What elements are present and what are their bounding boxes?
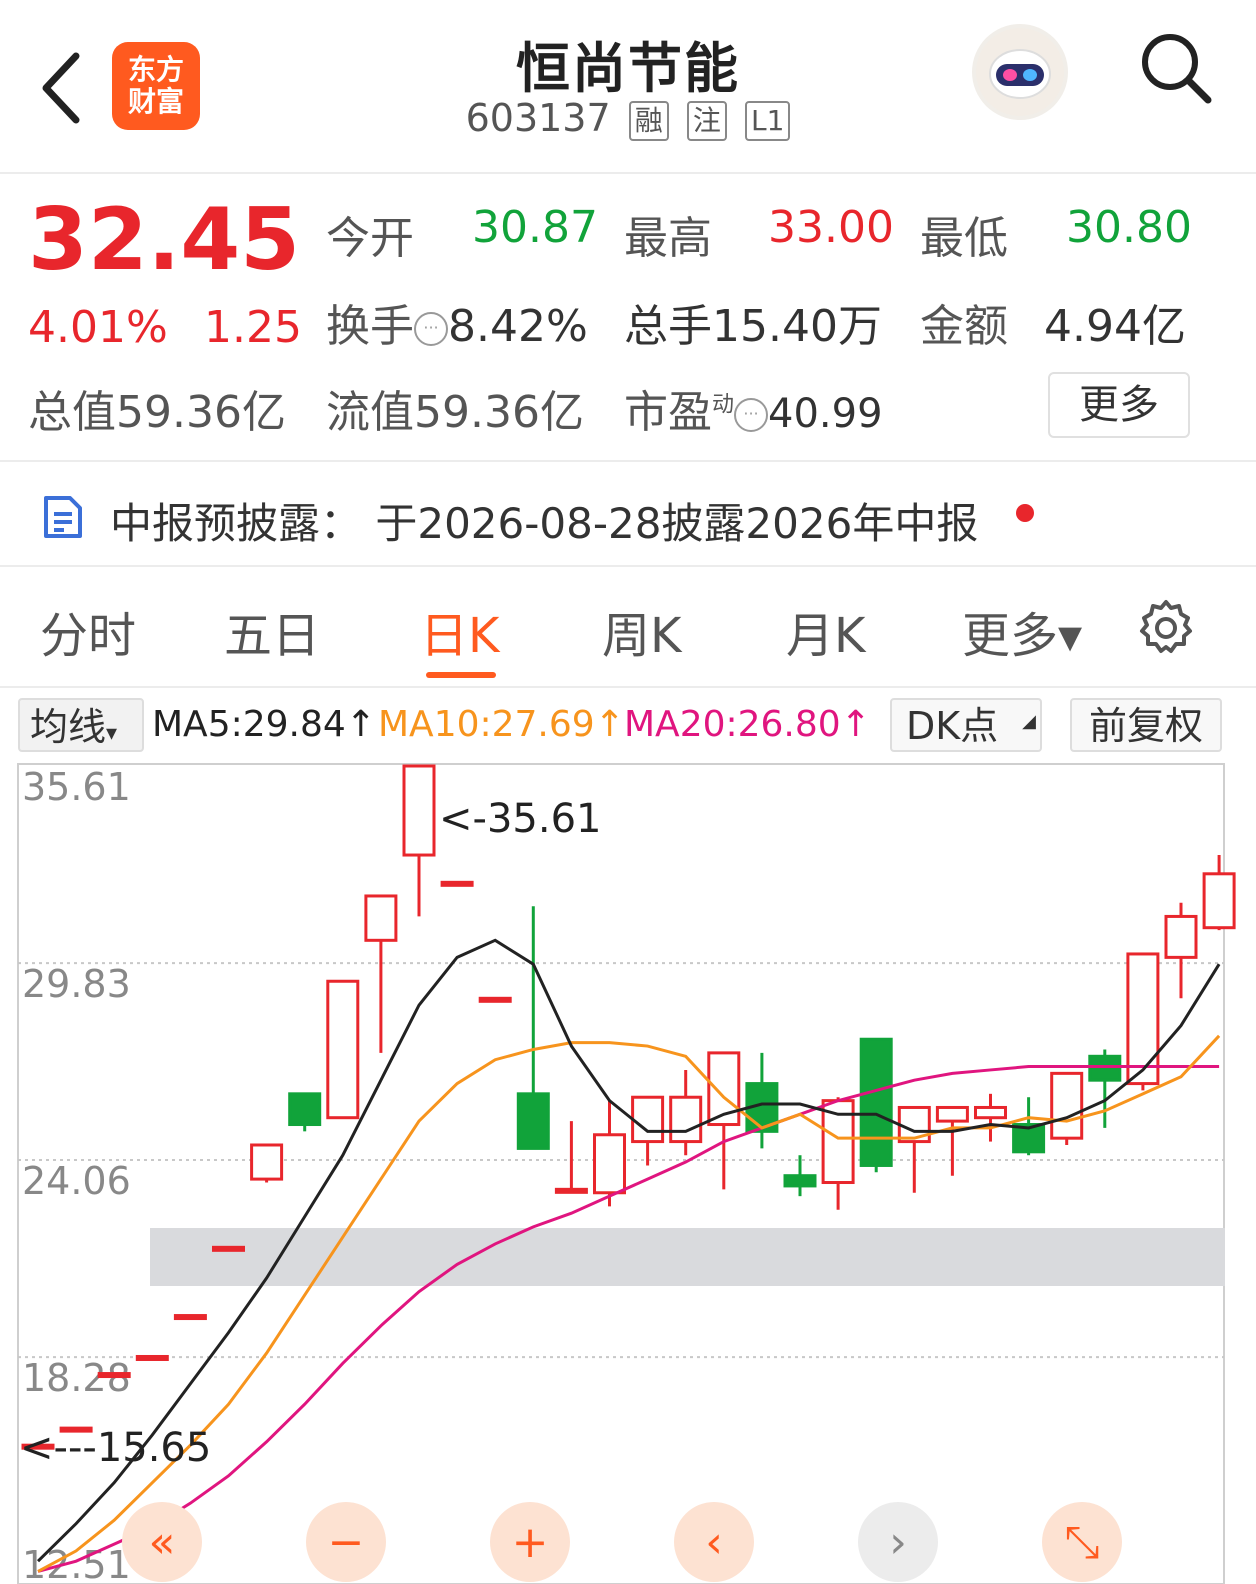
candle-body	[669, 1095, 703, 1144]
y-tick-label: 35.61	[22, 765, 131, 809]
volume-text: 总手15.40万	[624, 301, 882, 352]
candle-body	[859, 1037, 893, 1167]
divider	[0, 565, 1256, 567]
note-tag: 注	[686, 100, 727, 141]
scroll-left-fast-button[interactable]: «	[122, 1502, 202, 1582]
change-amount: 1.25	[204, 302, 302, 353]
pe-ratio: 市盈动 ··· 40.99	[624, 376, 883, 440]
scroll-right-button[interactable]: ›	[858, 1502, 938, 1582]
candle-body	[173, 1314, 207, 1321]
unread-dot	[1016, 504, 1034, 522]
notice-text[interactable]: 中报预披露： 于2026-08-28披露2026年中报	[110, 490, 978, 551]
float-market-value: 流值59.36亿	[326, 387, 584, 438]
dropdown-caret-icon: ▾	[106, 721, 118, 746]
tab-weekly-k[interactable]: 周K	[602, 596, 681, 666]
active-tab-indicator	[426, 672, 496, 678]
high-value: 33.00	[768, 202, 894, 253]
open-value: 30.87	[472, 202, 598, 253]
settings-gear-icon[interactable]	[1136, 598, 1196, 658]
kline-chart[interactable]: 35.6129.8324.0618.2812.51 <-35.61 <---15…	[0, 760, 1256, 1584]
tab-five-day[interactable]: 五日	[224, 596, 320, 666]
y-tick-label: 29.83	[22, 962, 131, 1006]
scroll-left-button[interactable]: ‹	[674, 1502, 754, 1582]
low-label: 最低	[920, 213, 1008, 264]
candle-body	[97, 1372, 131, 1379]
amount-label: 金额	[920, 301, 1008, 352]
tab-intraday[interactable]: 分时	[40, 596, 136, 666]
stock-code-line: 603137 融 注 L1	[0, 96, 1256, 141]
min-price-label: <---15.65	[20, 1425, 211, 1471]
candle-body	[250, 1143, 284, 1181]
zoom-out-button[interactable]: −	[306, 1502, 386, 1582]
turnover-label-text: 换手	[326, 301, 414, 352]
candle-body	[935, 1105, 969, 1123]
pe-superscript: 动	[712, 392, 735, 418]
info-icon[interactable]: ···	[414, 312, 448, 346]
total-market-value: 总值59.36亿	[28, 387, 286, 438]
level1-tag: L1	[744, 100, 791, 141]
max-price-label: <-35.61	[439, 796, 601, 842]
ma20-value: MA20:26.80↑	[624, 704, 871, 745]
turnover-label: 换手 ··· 8.42%	[326, 290, 588, 354]
candle-body	[326, 979, 360, 1120]
open-label: 今开	[326, 213, 414, 264]
pe-value: 40.99	[768, 391, 883, 437]
fullscreen-button[interactable]: ⤡	[1042, 1502, 1122, 1582]
candle-body	[1202, 872, 1236, 930]
tab-daily-k[interactable]: 日K	[420, 596, 499, 666]
candle-body	[288, 1092, 322, 1127]
candle-body	[593, 1133, 626, 1195]
zoom-in-button[interactable]: +	[490, 1502, 570, 1582]
candle-body	[554, 1187, 588, 1194]
pe-label: 市盈	[624, 387, 712, 438]
high-label: 最高	[624, 213, 712, 264]
y-tick-label: 24.06	[22, 1159, 131, 1203]
candle-body	[478, 996, 512, 1003]
more-quote-button[interactable]: 更多	[1048, 372, 1190, 438]
tab-more[interactable]: 更多▾	[962, 596, 1082, 666]
search-icon[interactable]	[1138, 30, 1214, 106]
candle-body	[974, 1105, 1007, 1120]
candle-body	[364, 894, 398, 942]
document-icon	[44, 496, 82, 538]
pe-info-icon[interactable]: ···	[734, 398, 769, 432]
ma5-value: MA5:29.84↑	[152, 704, 376, 745]
candle-body	[1088, 1054, 1122, 1082]
corner-caret-icon: ◢	[1022, 711, 1036, 732]
candle-body	[783, 1174, 817, 1188]
dk-label: DK点	[906, 704, 999, 748]
candle-body	[402, 764, 436, 857]
margin-tag: 融	[628, 100, 669, 141]
assistant-robot-icon[interactable]	[972, 24, 1068, 120]
ma-type-dropdown[interactable]: 均线▾	[18, 698, 144, 752]
low-value: 30.80	[1066, 202, 1192, 253]
forward-adjust-button[interactable]: 前复权	[1070, 698, 1222, 752]
dk-band	[150, 1228, 1225, 1286]
candle-body	[1050, 1071, 1084, 1140]
candle-body	[631, 1095, 665, 1144]
stock-name: 恒尚节能	[516, 37, 740, 100]
top-bar: 东方 财富 恒尚节能 603137 融 注 L1	[0, 0, 1256, 174]
candle-body	[1164, 914, 1198, 959]
turnover-value: 8.42%	[448, 301, 588, 352]
y-tick-label: 18.28	[22, 1356, 131, 1400]
divider	[0, 686, 1256, 688]
change-percent: 4.01%	[28, 302, 168, 353]
candle-body	[212, 1245, 245, 1252]
ma10-value: MA10:27.69↑	[378, 704, 625, 745]
candle-body	[516, 1092, 550, 1150]
amount-value: 4.94亿	[1044, 301, 1186, 352]
ma-select-label: 均线	[30, 705, 107, 749]
tab-monthly-k[interactable]: 月K	[786, 596, 865, 666]
stock-code: 603137	[465, 96, 611, 140]
current-price: 32.45	[28, 190, 301, 290]
candle-body	[440, 880, 474, 887]
candle-body	[1126, 952, 1160, 1086]
candle-body	[135, 1354, 169, 1361]
dk-point-button[interactable]: DK点 ◢	[890, 698, 1042, 752]
